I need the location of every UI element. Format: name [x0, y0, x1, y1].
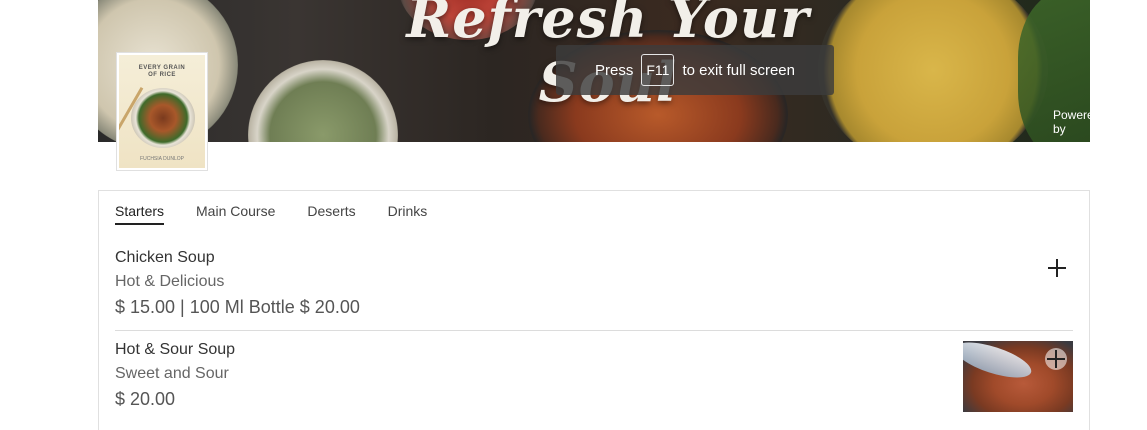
tab-starters[interactable]: Starters	[115, 203, 165, 225]
item-image[interactable]	[963, 341, 1073, 412]
banner-plate	[818, 0, 1048, 142]
plus-icon[interactable]	[1045, 348, 1067, 370]
tab-main-course[interactable]: Main Course	[196, 203, 275, 225]
menu-panel: Starters Main Course Deserts Drinks Chic…	[98, 190, 1090, 430]
fullscreen-key: F11	[641, 54, 675, 86]
store-logo: EVERY GRAIN OF RICE FUCHSIA DUNLOP	[116, 52, 208, 171]
fullscreen-toast-suffix: to exit full screen	[682, 61, 795, 79]
tab-deserts[interactable]: Deserts	[307, 203, 355, 225]
tab-drinks[interactable]: Drinks	[388, 203, 428, 225]
noodle-bowl-graphic	[131, 88, 195, 148]
category-tabs: Starters Main Course Deserts Drinks	[115, 203, 427, 225]
fullscreen-toast-prefix: Press	[595, 61, 634, 79]
menu-item[interactable]: Hot & Sour Soup Sweet and Sour $ 20.00	[115, 341, 1073, 421]
item-name: Hot & Sour Soup	[115, 341, 236, 358]
plus-icon[interactable]	[1046, 257, 1068, 279]
cover-author: FUCHSIA DUNLOP	[140, 156, 184, 162]
item-description: Hot & Delicious	[115, 273, 225, 290]
item-name: Chicken Soup	[115, 249, 215, 266]
item-price: $ 15.00 | 100 Ml Bottle $ 20.00	[115, 297, 360, 317]
powered-by-label: Powered by	[1053, 108, 1090, 136]
cover-title: EVERY GRAIN OF RICE	[138, 65, 186, 78]
item-description: Sweet and Sour	[115, 365, 229, 382]
powered-by[interactable]: Powered by gonna order	[1053, 108, 1090, 136]
fullscreen-toast: Press F11 to exit full screen	[556, 45, 834, 95]
item-price: $ 20.00	[115, 389, 176, 409]
header-banner: Refresh Your Soul Press F11 to exit full…	[98, 0, 1090, 142]
menu-item[interactable]: Chicken Soup Hot & Delicious $ 15.00 | 1…	[115, 249, 1073, 331]
spoon-graphic	[963, 341, 1036, 385]
